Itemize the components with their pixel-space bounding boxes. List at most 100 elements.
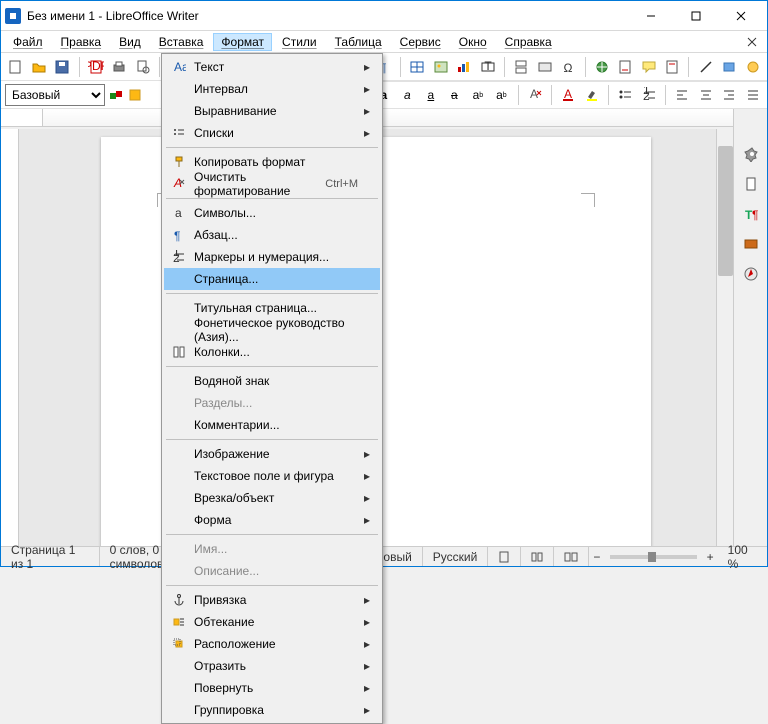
sidebar-gallery-button[interactable] [738,231,764,257]
submenu-arrow-icon: ▸ [364,82,376,96]
insert-pagebreak-button[interactable] [511,56,532,78]
format-menu-item-19[interactable]: Комментарии... [164,414,380,436]
format-menu-item-10[interactable]: 12Маркеры и нумерация... [164,246,380,268]
format-menu-item-3[interactable]: Списки▸ [164,122,380,144]
format-menu-item-8[interactable]: aСимволы... [164,202,380,224]
zoom-level[interactable]: 100 % [718,547,767,566]
print-preview-button[interactable] [132,56,153,78]
format-menu-item-29[interactable]: Привязка▸ [164,589,380,611]
format-menu-item-30[interactable]: Обтекание▸ [164,611,380,633]
format-menu-item-21[interactable]: Изображение▸ [164,443,380,465]
menu-format[interactable]: Формат [213,33,272,51]
format-menu-item-1[interactable]: Интервал▸ [164,78,380,100]
new-style-button[interactable] [127,87,143,103]
menu-view[interactable]: Вид [111,33,149,51]
zoom-out-button[interactable]: − [589,547,604,566]
italic-button[interactable]: a [397,84,418,106]
menu-insert[interactable]: Вставка [151,33,212,51]
draw-functions-button[interactable] [742,56,763,78]
menu-tools[interactable]: Сервис [392,33,449,51]
blank-icon [168,680,190,696]
menu-edit[interactable]: Правка [53,33,110,51]
line-button[interactable] [695,56,716,78]
submenu-arrow-icon: ▸ [364,126,376,140]
position-icon [168,636,190,652]
menu-help[interactable]: Справка [497,33,560,51]
submenu-arrow-icon: ▸ [364,513,376,527]
update-style-button[interactable] [108,87,124,103]
vertical-scrollbar[interactable] [716,129,733,546]
menu-file[interactable]: Файл [5,33,51,51]
sidebar-styles-button[interactable]: T¶ [738,201,764,227]
underline-button[interactable]: a [421,84,442,106]
vertical-ruler[interactable] [1,129,19,546]
align-justify-button[interactable] [742,84,763,106]
status-view-multi[interactable] [521,547,554,566]
sidebar-properties-button[interactable] [738,141,764,167]
status-page-info[interactable]: Страница 1 из 1 [1,547,100,566]
print-button[interactable] [109,56,130,78]
format-menu-item-9[interactable]: ¶Абзац... [164,224,380,246]
format-menu-item-34[interactable]: Группировка▸ [164,699,380,721]
insert-table-button[interactable] [407,56,428,78]
align-center-button[interactable] [695,84,716,106]
status-view-book[interactable] [554,547,589,566]
status-view-single[interactable] [488,547,521,566]
format-menu-item-33[interactable]: Повернуть▸ [164,677,380,699]
zoom-slider[interactable] [610,555,696,559]
align-right-button[interactable] [719,84,740,106]
sidebar-page-button[interactable] [738,171,764,197]
format-menu-item-15[interactable]: Колонки... [164,341,380,363]
insert-hyperlink-button[interactable] [591,56,612,78]
basic-shapes-button[interactable] [719,56,740,78]
insert-field-button[interactable] [535,56,556,78]
format-menu-item-14[interactable]: Фонетическое руководство (Азия)... [164,319,380,341]
menu-table[interactable]: Таблица [327,33,390,51]
open-button[interactable] [29,56,50,78]
horizontal-ruler[interactable] [1,109,767,127]
paragraph-style-select[interactable]: Базовый [5,84,105,106]
insert-chart-button[interactable] [454,56,475,78]
menu-styles[interactable]: Стили [274,33,325,51]
submenu-arrow-icon: ▸ [364,104,376,118]
new-button[interactable] [5,56,26,78]
highlight-button[interactable] [582,84,603,106]
track-changes-button[interactable] [662,56,683,78]
subscript-button[interactable]: ab [491,84,512,106]
minimize-button[interactable] [628,1,673,31]
close-button[interactable] [718,1,763,31]
format-menu-item-0[interactable]: AaТекст▸ [164,56,380,78]
zoom-in-button[interactable]: + [703,547,718,566]
number-list-button[interactable]: 12 [638,84,659,106]
format-menu-item-32[interactable]: Отразить▸ [164,655,380,677]
insert-comment-button[interactable] [638,56,659,78]
format-menu-item-17[interactable]: Водяной знак [164,370,380,392]
strike-button[interactable]: a [444,84,465,106]
menu-item-label: Привязка [190,593,364,607]
superscript-button[interactable]: ab [468,84,489,106]
menu-window[interactable]: Окно [451,33,495,51]
insert-image-button[interactable] [431,56,452,78]
format-menu-item-2[interactable]: Выравнивание▸ [164,100,380,122]
format-menu-item-22[interactable]: Текстовое поле и фигура▸ [164,465,380,487]
status-language[interactable]: Русский [423,547,489,566]
insert-footnote-button[interactable] [615,56,636,78]
document-close-button[interactable] [741,35,763,49]
format-menu-item-23[interactable]: Врезка/объект▸ [164,487,380,509]
blank-icon [168,658,190,674]
insert-textbox-button[interactable]: T [478,56,499,78]
sidebar-navigator-button[interactable] [738,261,764,287]
maximize-button[interactable] [673,1,718,31]
bullet-list-button[interactable] [615,84,636,106]
clear-format-button[interactable]: A [525,84,546,106]
format-menu-item-6[interactable]: AОчистить форматированиеCtrl+M [164,173,380,195]
format-menu-item-11[interactable]: Страница... [164,268,380,290]
save-button[interactable] [52,56,73,78]
format-menu-item-31[interactable]: Расположение▸ [164,633,380,655]
submenu-arrow-icon: ▸ [364,703,376,717]
font-color-button[interactable]: A [558,84,579,106]
insert-special-button[interactable]: Ω [558,56,579,78]
export-pdf-button[interactable]: PDF [85,56,106,78]
format-menu-item-24[interactable]: Форма▸ [164,509,380,531]
align-left-button[interactable] [672,84,693,106]
